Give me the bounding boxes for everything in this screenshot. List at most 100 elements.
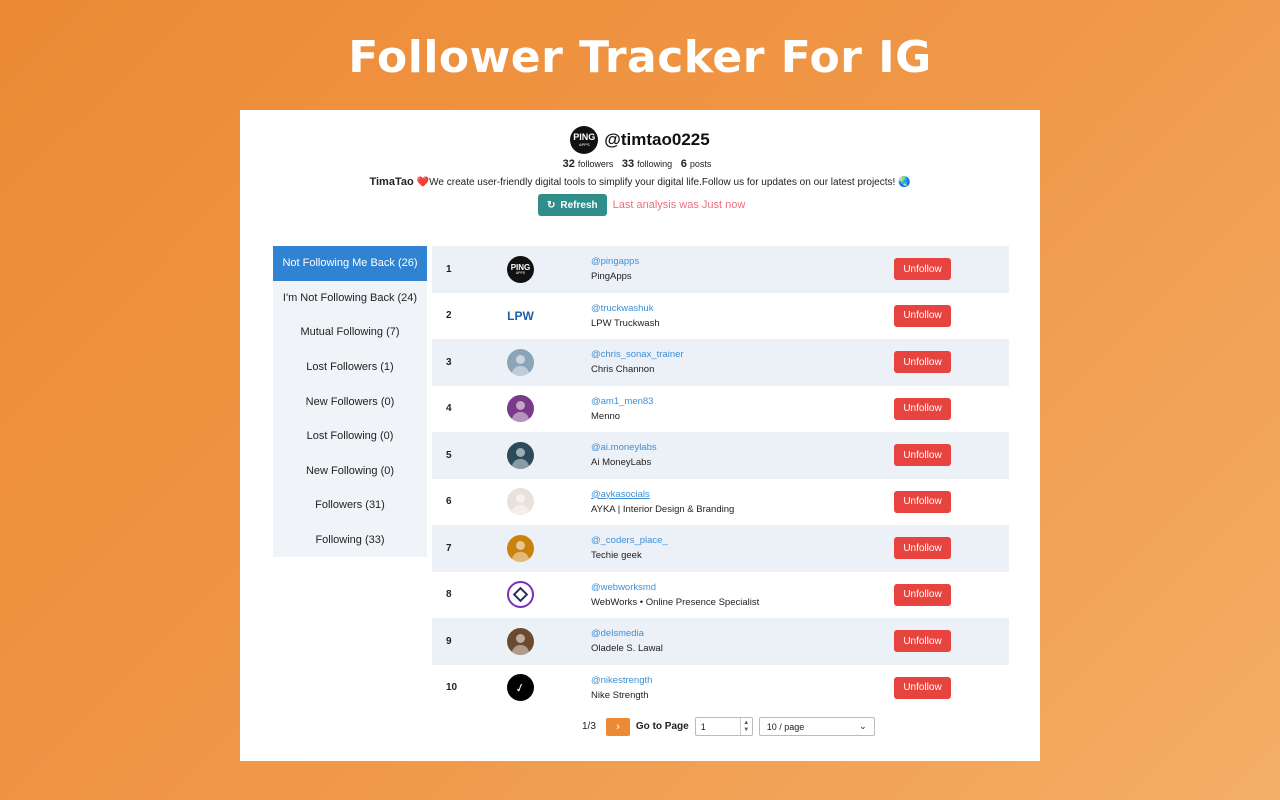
row-avatar <box>507 348 534 376</box>
row-avatar <box>507 395 534 423</box>
heart-icon: ❤️ <box>416 177 430 188</box>
refresh-button[interactable]: ↻ Refresh <box>538 194 607 216</box>
hero-title: Follower Tracker For IG <box>348 32 932 83</box>
profile-stats: 32 followers 33 following 6 posts <box>240 158 1040 170</box>
page-stepper[interactable]: ▲ ▼ <box>739 718 752 735</box>
unfollow-button[interactable]: Unfollow <box>894 258 951 281</box>
nike-swoosh-icon: ✓ <box>513 679 528 696</box>
sidebar-item-7[interactable]: Followers (31) <box>273 488 427 523</box>
person-body-shape <box>512 644 529 655</box>
person-silhouette-icon <box>516 633 525 643</box>
per-page-select[interactable]: 10 / page ⌄ <box>758 717 875 736</box>
row-user-info: @pingapps PingApps <box>591 256 639 282</box>
sidebar-item-3[interactable]: Lost Followers (1) <box>273 350 427 385</box>
stepper-up-icon[interactable]: ▲ <box>743 720 749 727</box>
row-avatar <box>507 627 534 655</box>
sidebar-item-label: Following (33) <box>315 534 385 547</box>
last-analysis-text: Last analysis was Just now <box>612 199 746 211</box>
next-page-button[interactable]: › <box>605 717 630 736</box>
unfollow-button[interactable]: Unfollow <box>894 351 951 374</box>
sidebar-item-label: Not Following Me Back (26) <box>282 257 418 270</box>
row-username-link[interactable]: @nikestrength <box>591 675 652 686</box>
row-username-link[interactable]: @_coders_place_ <box>591 535 668 546</box>
unfollow-button[interactable]: Unfollow <box>894 676 951 699</box>
row-user-info: @delsmedia Oladele S. Lawal <box>591 628 663 654</box>
page-info: 1/3 <box>582 721 596 732</box>
person-silhouette-icon <box>516 540 525 550</box>
posts-count: 6 <box>680 158 687 170</box>
person-silhouette-icon <box>516 494 525 504</box>
refresh-icon: ↻ <box>547 199 556 211</box>
person-silhouette-icon <box>516 447 525 457</box>
profile-avatar-text: PING <box>573 132 596 142</box>
row-username-link[interactable]: @am1_men83 <box>591 396 653 407</box>
results-table: 1 PING APPS @pingapps PingApps Unfollow 2 LPW @t… <box>432 246 1009 711</box>
unfollow-button[interactable]: Unfollow <box>894 583 951 606</box>
row-full-name: WebWorks • Online Presence Specialist <box>591 596 760 608</box>
row-avatar <box>507 488 534 516</box>
sidebar-item-5[interactable]: Lost Following (0) <box>273 419 427 454</box>
sidebar-item-0[interactable]: Not Following Me Back (26) <box>273 246 427 281</box>
unfollow-button[interactable]: Unfollow <box>894 304 951 327</box>
followers-count: 32 <box>562 158 575 170</box>
profile-header: PING APPS @timtao0225 <box>240 126 1040 154</box>
unfollow-button[interactable]: Unfollow <box>894 630 951 653</box>
main-panel: PING APPS @timtao0225 32 followers 33 foll… <box>240 110 1040 761</box>
profile-bio: TimaTao ❤️We create user-friendly digital… <box>240 176 1040 188</box>
row-username-link[interactable]: @pingapps <box>591 256 639 267</box>
unfollow-button[interactable]: Unfollow <box>894 490 951 513</box>
row-full-name: Ai MoneyLabs <box>591 457 652 469</box>
avatar-text: LPW <box>507 308 534 323</box>
page-number-input[interactable]: 1 ▲ ▼ <box>694 717 753 736</box>
row-avatar: PING APPS <box>507 255 534 283</box>
row-index: 6 <box>446 496 452 508</box>
row-full-name: PingApps <box>591 271 632 283</box>
row-user-info: @webworksmd WebWorks • Online Presence Sp… <box>591 582 759 608</box>
row-username-link[interactable]: @ai.moneylabs <box>591 442 657 453</box>
row-avatar: ✓ <box>507 674 534 702</box>
chevron-right-icon: › <box>616 720 620 733</box>
row-full-name: Nike Strength <box>591 689 649 701</box>
person-body-shape <box>512 551 529 562</box>
row-username-link[interactable]: @delsmedia <box>591 628 663 639</box>
row-full-name: Oladele S. Lawal <box>591 643 663 655</box>
unfollow-button[interactable]: Unfollow <box>894 537 951 560</box>
followers-label: followers <box>577 159 614 169</box>
table-row: 9 @delsmedia Oladele S. Lawal Unfollow <box>432 618 1009 665</box>
profile-name: TimaTao <box>369 176 414 188</box>
row-index: 8 <box>446 589 452 601</box>
row-index: 4 <box>446 403 452 415</box>
person-body-shape <box>512 458 529 469</box>
table-row: 8 @webworksmd WebWorks • Online Presence S… <box>432 572 1009 619</box>
goto-page-label: Go to Page <box>635 721 689 732</box>
refresh-row: ↻ Refresh Last analysis was Just now <box>538 194 745 216</box>
row-username-link[interactable]: @truckwashuk <box>591 303 660 314</box>
sidebar-item-6[interactable]: New Following (0) <box>273 454 427 489</box>
unfollow-button[interactable]: Unfollow <box>894 397 951 420</box>
avatar-sub: APPS <box>515 270 526 275</box>
row-index: 5 <box>446 449 452 461</box>
webworks-diamond-icon <box>512 586 529 603</box>
person-body-shape <box>512 412 529 423</box>
profile-avatar: PING APPS <box>570 126 599 154</box>
row-username-link[interactable]: @chris_sonax_trainer <box>591 349 684 360</box>
row-user-info: @am1_men83 Menno <box>591 396 653 422</box>
person-body-shape <box>512 365 529 376</box>
row-full-name: LPW Truckwash <box>591 317 660 329</box>
row-username-link[interactable]: @webworksmd <box>591 582 759 593</box>
category-sidebar: Not Following Me Back (26) I'm Not Follow… <box>273 246 427 558</box>
sidebar-item-8[interactable]: Following (33) <box>273 523 427 558</box>
table-row: 2 LPW @truckwashuk LPW Truckwash Unfollow <box>432 293 1009 340</box>
unfollow-button[interactable]: Unfollow <box>894 444 951 467</box>
profile-handle: @timtao0225 <box>604 130 710 149</box>
sidebar-item-1[interactable]: I'm Not Following Back (24) <box>273 281 427 316</box>
table-row: 3 @chris_sonax_trainer Chris Channon Unfoll… <box>432 339 1009 386</box>
sidebar-item-2[interactable]: Mutual Following (7) <box>273 315 427 350</box>
bio-text: We create user-friendly digital tools to… <box>429 177 911 188</box>
stepper-down-icon[interactable]: ▼ <box>743 727 749 734</box>
row-username-link[interactable]: @aykasocials <box>591 489 734 500</box>
row-index: 9 <box>446 635 452 647</box>
row-user-info: @_coders_place_ Techie geek <box>591 535 668 561</box>
sidebar-item-4[interactable]: New Followers (0) <box>273 384 427 419</box>
person-silhouette-icon <box>516 401 525 411</box>
